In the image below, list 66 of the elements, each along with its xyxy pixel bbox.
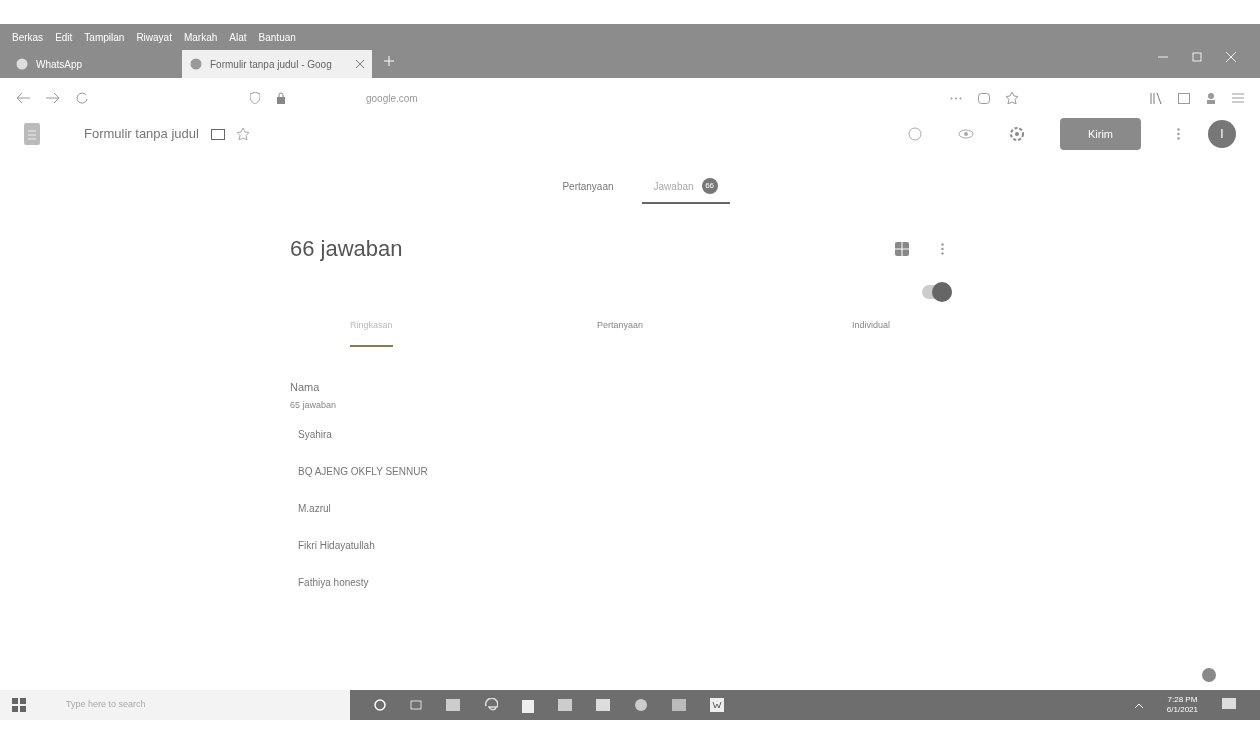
new-tab-icon[interactable] [384, 56, 394, 66]
clock-date[interactable]: 6/1/2021 [1166, 705, 1198, 715]
menu-item[interactable]: Alat [229, 29, 247, 45]
menu-item[interactable]: Markah [183, 29, 218, 45]
answer-text: M.azrul [298, 501, 331, 516]
back-icon[interactable] [16, 92, 30, 104]
shield-icon [250, 92, 260, 104]
store-icon[interactable] [522, 697, 534, 713]
help-icon[interactable] [1202, 668, 1216, 682]
answer-text: Fikri Hidayatullah [298, 538, 375, 553]
task-view-icon[interactable] [410, 699, 422, 711]
close-icon[interactable] [1226, 52, 1236, 62]
reload-icon[interactable] [76, 92, 88, 104]
menu-item[interactable]: Tampilan [84, 29, 125, 45]
tab-icon [190, 58, 202, 70]
notification-icon[interactable] [1222, 698, 1236, 712]
lock-icon [276, 92, 286, 104]
star-icon[interactable] [1006, 92, 1018, 104]
answer-text: BQ AJENG OKFLY SENNUR [298, 464, 428, 479]
clock-time[interactable]: 7:28 PM [1167, 695, 1198, 705]
browser-tab[interactable]: WhatsApp [8, 50, 178, 78]
question-title: Nama [290, 379, 320, 395]
tab-icon [16, 58, 28, 70]
folder-icon[interactable] [210, 128, 225, 140]
answer-count: 65 jawaban [290, 399, 337, 412]
edge-icon[interactable] [484, 698, 498, 712]
form-tab[interactable]: Jawaban 66 [641, 178, 730, 204]
restore-icon[interactable] [1192, 52, 1202, 62]
chevron-icon[interactable] [1134, 702, 1143, 708]
answer-text: Syahira [298, 427, 332, 442]
palette-icon[interactable] [907, 127, 922, 141]
summary-tab[interactable]: Pertanyaan [596, 319, 643, 347]
answer-text: Fathiya honesty [298, 575, 369, 590]
browser-tab[interactable]: Formulir tanpa judul - Goog [182, 50, 372, 78]
close-tab-icon[interactable] [356, 60, 364, 68]
send-button[interactable]: Kirim [1059, 117, 1141, 151]
word-icon[interactable] [710, 698, 724, 712]
url-text[interactable]: google.com [366, 90, 418, 106]
form-title[interactable]: Formulir tanpa judul [84, 124, 199, 144]
more-icon[interactable] [941, 242, 944, 255]
forward-icon[interactable] [46, 92, 60, 104]
more-icon[interactable] [950, 96, 962, 100]
more-icon[interactable] [1177, 128, 1180, 140]
menu-item[interactable]: Riwayat [136, 29, 172, 45]
summary-tab[interactable]: Ringkasan [350, 319, 393, 347]
account-icon[interactable] [1206, 92, 1216, 104]
spreadsheet-icon[interactable] [895, 241, 909, 256]
avatar[interactable]: I [1208, 120, 1236, 148]
sidebar-icon[interactable] [1178, 92, 1190, 104]
windows-icon[interactable] [12, 698, 26, 712]
accepting-toggle[interactable] [922, 285, 952, 299]
menu-item[interactable]: Berkas [12, 29, 44, 45]
pocket-icon[interactable] [978, 92, 990, 104]
cortana-icon[interactable] [374, 699, 386, 711]
summary-tab[interactable]: Individual [851, 319, 890, 347]
eye-icon[interactable] [957, 129, 974, 139]
settings-icon[interactable] [1009, 127, 1024, 141]
menu-item[interactable]: Edit [55, 29, 73, 45]
menu-icon[interactable] [1232, 93, 1244, 103]
library-icon[interactable] [1150, 92, 1162, 104]
count-badge: 66 [701, 178, 718, 194]
menu-item[interactable]: Bantuan [258, 29, 296, 45]
response-count: 66 jawaban [290, 235, 403, 263]
star-icon[interactable] [236, 128, 249, 140]
media-icon[interactable] [634, 698, 648, 712]
form-tab[interactable]: Pertanyaan [550, 178, 626, 204]
